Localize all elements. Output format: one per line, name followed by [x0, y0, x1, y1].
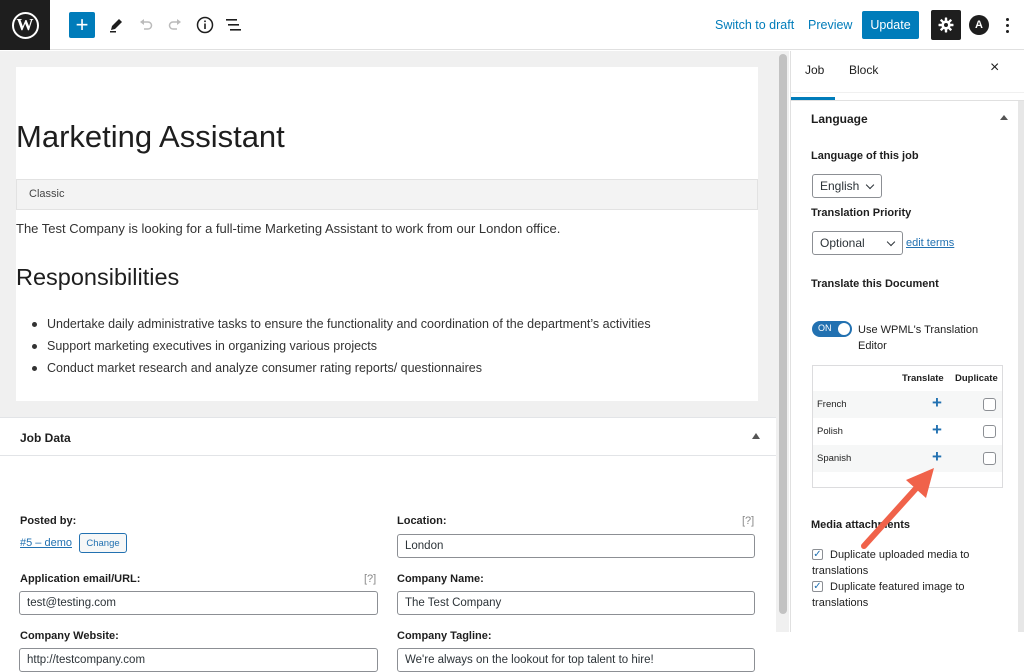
update-button[interactable]: Update: [862, 11, 919, 39]
translate-plus-icon[interactable]: +: [932, 393, 942, 413]
switch-to-draft-link[interactable]: Switch to draft: [715, 18, 794, 32]
translate-column-header: Translate: [902, 373, 944, 384]
list-item: Conduct market research and analyze cons…: [32, 361, 651, 383]
divider: [0, 455, 776, 456]
language-name: Spanish: [817, 453, 852, 464]
info-icon: [196, 16, 214, 34]
editor-area: Marketing Assistant Classic The Test Com…: [0, 51, 789, 672]
company-name-label: Company Name:: [397, 573, 484, 585]
list-view-button[interactable]: [223, 14, 245, 36]
divider: [791, 100, 1024, 101]
wordpress-logo-icon: W: [11, 11, 39, 39]
tab-block[interactable]: Block: [849, 63, 878, 77]
tab-job[interactable]: Job: [805, 63, 824, 77]
redo-button[interactable]: [164, 14, 186, 36]
undo-button[interactable]: [135, 14, 157, 36]
settings-button[interactable]: [931, 10, 961, 40]
list-item: Support marketing executives in organizi…: [32, 339, 651, 361]
intro-paragraph[interactable]: The Test Company is looking for a full-t…: [16, 221, 560, 236]
editor-canvas: Marketing Assistant Classic The Test Com…: [16, 67, 758, 401]
classic-block-toolbar[interactable]: Classic: [16, 179, 758, 210]
duplicate-checkbox[interactable]: [983, 398, 996, 411]
astra-logo-icon: A: [975, 19, 983, 31]
duplicate-checkbox[interactable]: [983, 452, 996, 465]
location-input[interactable]: London: [397, 534, 755, 558]
translation-priority-label: Translation Priority: [811, 207, 912, 219]
company-tagline-input[interactable]: We're always on the lookout for top tale…: [397, 648, 755, 672]
language-of-job-label: Language of this job: [811, 150, 919, 162]
sidebar-scrollbar[interactable]: [1018, 101, 1024, 632]
toggle-knob: [838, 323, 850, 335]
language-name: Polish: [817, 426, 843, 437]
edit-terms-link[interactable]: edit terms: [906, 237, 954, 249]
details-button[interactable]: [194, 14, 216, 36]
plus-icon: +: [75, 12, 89, 37]
language-panel-heading[interactable]: Language: [811, 112, 868, 126]
table-row: Polish +: [813, 418, 1002, 445]
translate-plus-icon[interactable]: +: [932, 420, 942, 440]
undo-icon: [140, 19, 153, 30]
collapse-arrow-icon[interactable]: [1000, 115, 1008, 120]
annotation-arrow-icon: [861, 468, 934, 549]
table-row: French +: [813, 391, 1002, 418]
preview-link[interactable]: Preview: [808, 18, 852, 32]
redo-icon: [168, 19, 181, 30]
toggle-state: ON: [818, 323, 832, 333]
company-website-input[interactable]: http://testcompany.com: [19, 648, 378, 672]
location-help[interactable]: [?]: [742, 515, 754, 527]
location-label: Location:: [397, 515, 447, 527]
responsibilities-heading[interactable]: Responsibilities: [16, 264, 179, 291]
translation-editor-toggle[interactable]: ON: [812, 321, 852, 337]
duplicate-column-header: Duplicate: [955, 373, 998, 384]
editor-scrollbar[interactable]: [776, 51, 789, 632]
language-name: French: [817, 399, 847, 410]
pencil-icon: [110, 19, 122, 33]
gear-icon: [938, 17, 954, 33]
more-vertical-icon: [1005, 17, 1009, 21]
posted-by-label: Posted by:: [20, 515, 77, 527]
company-name-input[interactable]: The Test Company: [397, 591, 755, 615]
metabox-title: Job Data: [20, 431, 71, 445]
add-block-button[interactable]: +: [69, 12, 95, 38]
translate-document-label: Translate this Document: [811, 278, 939, 290]
duplicate-featured-label: Duplicate featured image to translations: [812, 581, 965, 609]
list-item: Undertake daily administrative tasks to …: [32, 317, 651, 339]
divider: [791, 92, 1024, 93]
list-view-icon: [226, 19, 241, 31]
astra-settings-button[interactable]: A: [969, 15, 989, 35]
change-author-button[interactable]: Change: [79, 533, 127, 553]
editor-scrollbar-thumb[interactable]: [779, 54, 787, 614]
application-input[interactable]: test@testing.com: [19, 591, 378, 615]
duplicate-checkbox[interactable]: [983, 425, 996, 438]
job-data-metabox: Job Data Posted by: #5 – demo Change Loc…: [0, 417, 776, 672]
posted-by-link[interactable]: #5 – demo: [20, 537, 72, 549]
application-help[interactable]: [?]: [364, 573, 376, 585]
close-sidebar-button[interactable]: ×: [990, 59, 999, 77]
collapse-arrow-icon[interactable]: [752, 433, 760, 439]
priority-select[interactable]: Optional: [812, 231, 903, 255]
post-title[interactable]: Marketing Assistant: [16, 119, 285, 155]
language-select[interactable]: English: [812, 174, 882, 198]
top-toolbar: W + Switch to draft Preview Update A: [0, 0, 1024, 50]
application-label: Application email/URL:: [20, 573, 141, 585]
more-options-button[interactable]: [1000, 14, 1014, 36]
translation-editor-label: Use WPML's Translation Editor: [858, 324, 979, 352]
responsibilities-list[interactable]: Undertake daily administrative tasks to …: [32, 317, 651, 383]
wordpress-logo-button[interactable]: W: [0, 0, 50, 50]
edit-tools-button[interactable]: [105, 14, 127, 36]
